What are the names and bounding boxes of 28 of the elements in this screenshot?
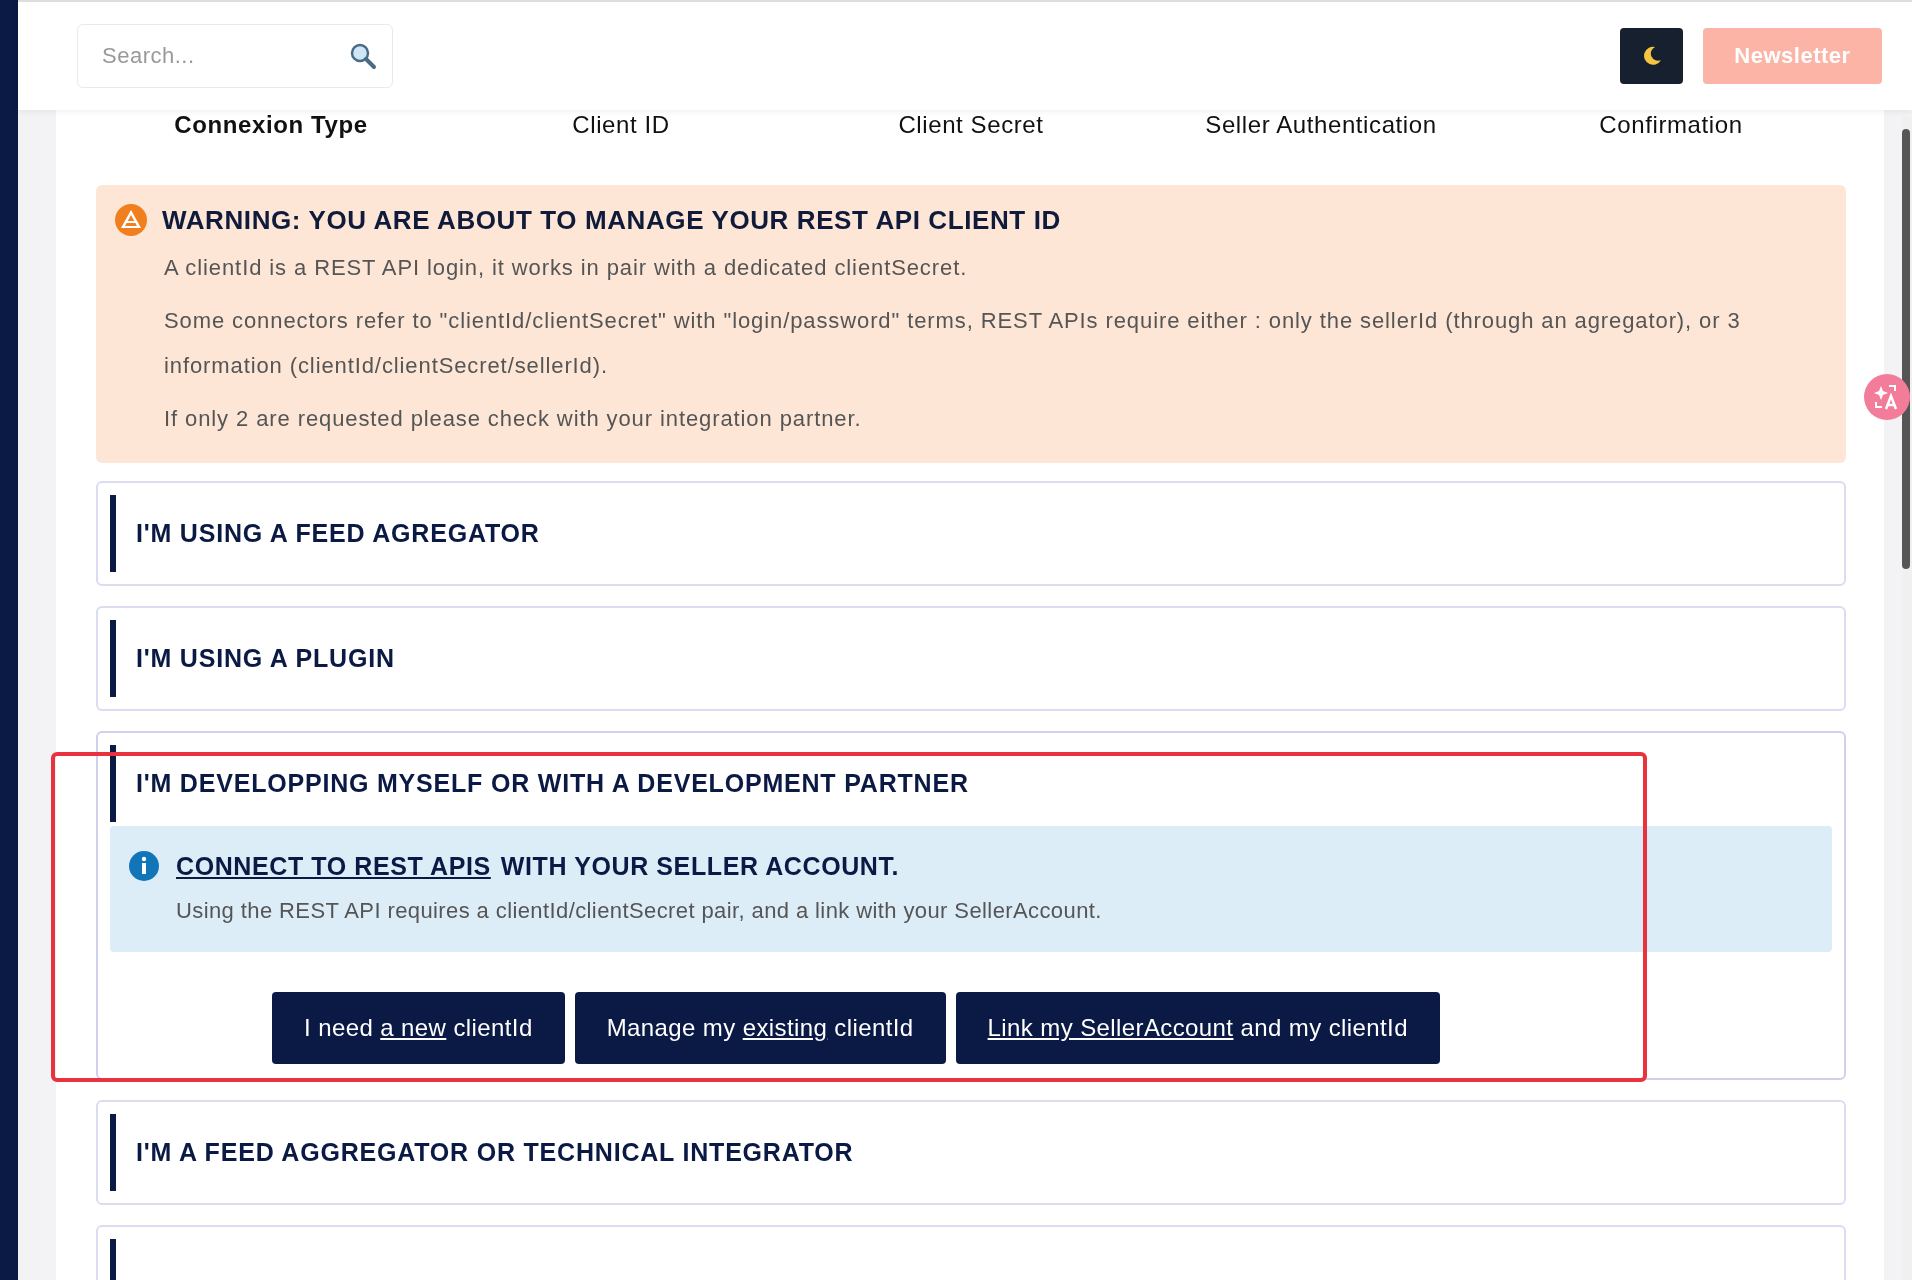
step-label[interactable]: Client Secret bbox=[898, 111, 1044, 138]
action-button[interactable]: Manage my existing clientId bbox=[574, 992, 946, 1064]
section-title[interactable]: I'M A FEED AGGREGATOR OR TECHNICAL INTEGRATOR bbox=[110, 1114, 1832, 1191]
dark-mode-button[interactable] bbox=[1620, 28, 1683, 84]
warning-text: If only 2 are requested please check with your integration partner. bbox=[164, 405, 863, 433]
action-button[interactable]: I need a new clientId bbox=[272, 992, 565, 1064]
step-label[interactable]: Confirmation bbox=[1599, 111, 1743, 138]
rest-apis-link[interactable]: CONNECT TO REST APIS bbox=[176, 851, 491, 881]
warning-title: WARNING: YOU ARE ABOUT TO MANAGE YOUR REST API CLIENT ID bbox=[162, 204, 1061, 236]
warning-text: Some connectors refer to "clientId/clientSecret" with "login/password" terms, REST APIs require either : only the sellerId (through an agregator), or 3 information (clientId/clientSecret/sellerId). bbox=[164, 307, 1742, 380]
accordion-section[interactable] bbox=[96, 731, 1846, 1080]
warning-text: A clientId is a REST API login, it works in pair with a dedicated clientSecret. bbox=[164, 254, 969, 282]
section-title[interactable]: I'M USING A FEED AGREGATOR bbox=[110, 495, 1832, 572]
accordion-section[interactable]: I'M A FEED AGGREGATOR OR TECHNICAL INTEGRATOR bbox=[96, 1100, 1846, 1205]
info-title: WITH YOUR SELLER ACCOUNT. bbox=[500, 851, 900, 881]
info-icon bbox=[128, 850, 160, 882]
section-title[interactable]: I'M USING A PLUGIN bbox=[110, 620, 1832, 697]
step-label[interactable]: Client ID bbox=[572, 111, 670, 138]
warning-icon bbox=[114, 203, 148, 237]
action-button[interactable]: Link my SellerAccount and my clientId bbox=[955, 992, 1440, 1064]
accordion-section[interactable]: I'M USING A FEED AGREGATOR bbox=[96, 481, 1846, 586]
search-icon bbox=[349, 42, 377, 70]
accordion-section[interactable]: I'M USING A PLUGIN bbox=[96, 606, 1846, 711]
info-text: Using the REST API requires a clientId/clientSecret pair, and a link with your SellerAccount. bbox=[176, 898, 1103, 924]
search-field[interactable]: Search... bbox=[77, 24, 393, 88]
step-label[interactable]: Seller Authentication bbox=[1205, 111, 1437, 138]
scrollbar[interactable] bbox=[1902, 117, 1912, 1280]
step-label[interactable]: Connexion Type bbox=[174, 111, 368, 138]
